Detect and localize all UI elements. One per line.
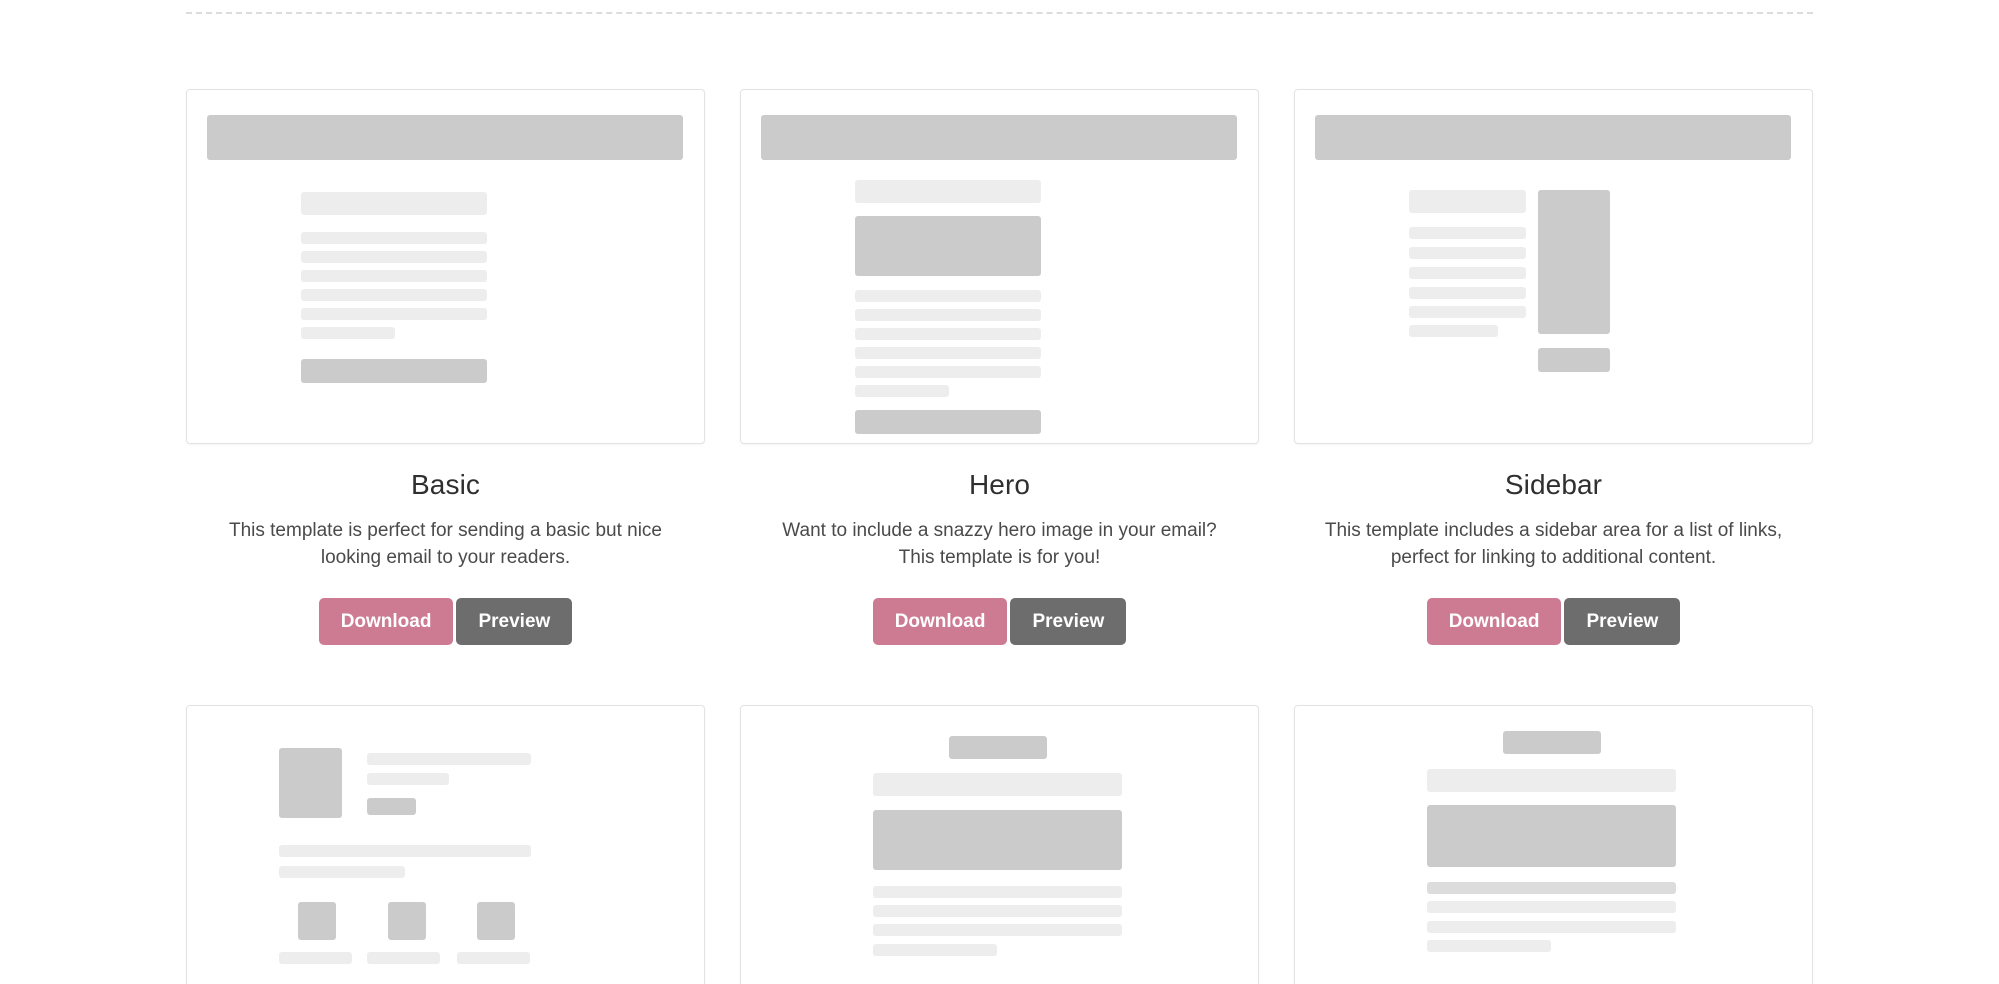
template-card-hero: Hero Want to include a snazzy hero image… <box>740 89 1259 645</box>
wireframe-text-line <box>1409 306 1526 318</box>
template-card-basic: Basic This template is perfect for sendi… <box>186 89 705 645</box>
wireframe-short-line <box>873 943 997 956</box>
wireframe-text-line <box>873 885 1122 898</box>
template-preview-row2-2[interactable] <box>740 704 1259 984</box>
wireframe-text-line <box>855 328 1041 340</box>
wireframe-text-line <box>1409 267 1526 279</box>
wireframe-text-line <box>855 290 1041 302</box>
wireframe-footer-bar <box>855 410 1041 434</box>
template-actions: Download Preview <box>186 572 705 645</box>
template-title: Hero <box>968 469 1031 500</box>
template-preview-row2-1[interactable] <box>186 704 705 984</box>
wireframe-text-line <box>1409 227 1526 239</box>
preview-button[interactable]: Preview <box>1564 597 1681 645</box>
wireframe-sidebar-panel <box>1538 190 1610 334</box>
wireframe-title-block <box>301 192 487 215</box>
wireframe-title-block <box>1427 768 1676 792</box>
wireframe-logo-chip <box>949 735 1047 759</box>
template-title: Sidebar <box>1504 469 1603 500</box>
wireframe-header-bar <box>761 115 1237 160</box>
wireframe-text-line <box>855 366 1041 378</box>
template-gallery-page: Basic This template is perfect for sendi… <box>0 0 1999 984</box>
template-description: Want to include a snazzy hero image in y… <box>782 519 1217 568</box>
wireframe-small-button <box>367 797 416 815</box>
template-preview-basic[interactable] <box>186 89 705 444</box>
template-actions: Download Preview <box>1294 572 1813 645</box>
wireframe-icon-tile <box>477 901 515 940</box>
wireframe-icon-tile <box>388 901 426 940</box>
wireframe-text-line <box>1427 920 1676 933</box>
wireframe-text-line <box>1409 247 1526 259</box>
wireframe-title-block <box>855 180 1041 203</box>
wireframe-short-line <box>855 385 949 397</box>
download-button[interactable]: Download <box>1426 597 1562 645</box>
wireframe-caption-line <box>367 951 440 964</box>
wireframe-hero-image <box>855 216 1041 276</box>
wireframe-footer-bar <box>301 359 487 383</box>
wireframe-text-line <box>301 308 487 320</box>
wireframe-text-line <box>873 904 1122 917</box>
wireframe-caption-line <box>279 951 352 964</box>
wireframe-text-line <box>873 923 1122 936</box>
wireframe-sidebar-button <box>1538 348 1610 372</box>
preview-button[interactable]: Preview <box>456 597 573 645</box>
template-card-sidebar: Sidebar This template includes a sidebar… <box>1294 89 1813 645</box>
template-card-row2-3 <box>1294 704 1813 984</box>
wireframe-caption-line <box>457 951 530 964</box>
wireframe-logo-chip <box>1503 730 1601 754</box>
wireframe-text-line <box>367 752 531 765</box>
wireframe-short-line <box>301 327 395 339</box>
download-button[interactable]: Download <box>872 597 1008 645</box>
wireframe-text-line <box>301 232 487 244</box>
template-actions: Download Preview <box>740 572 1259 645</box>
wireframe-short-line <box>1409 325 1498 337</box>
wireframe-text-line <box>855 309 1041 321</box>
wireframe-text-line <box>301 270 487 282</box>
download-button[interactable]: Download <box>318 597 454 645</box>
template-preview-row2-3[interactable] <box>1294 704 1813 984</box>
wireframe-text-line <box>301 289 487 301</box>
wireframe-text-line <box>367 772 449 785</box>
wireframe-title-block <box>1409 190 1526 213</box>
template-description: This template includes a sidebar area fo… <box>1324 519 1783 568</box>
template-description: This template is perfect for sending a b… <box>228 519 662 568</box>
preview-button[interactable]: Preview <box>1010 597 1127 645</box>
template-card-row2-2 <box>740 704 1259 984</box>
template-preview-hero[interactable] <box>740 89 1259 444</box>
template-preview-sidebar[interactable] <box>1294 89 1813 444</box>
wireframe-avatar-block <box>279 747 342 818</box>
wireframe-text-line <box>1409 287 1526 299</box>
wireframe-header-bar <box>1315 115 1791 160</box>
wireframe-short-line <box>279 865 405 878</box>
section-divider <box>186 12 1813 14</box>
template-card-row2-1 <box>186 704 705 984</box>
wireframe-short-line <box>1427 939 1551 952</box>
wireframe-hero-image <box>1427 804 1676 867</box>
wireframe-emphasis-line <box>1427 881 1676 894</box>
template-gallery-grid: Basic This template is perfect for sendi… <box>186 89 1813 984</box>
wireframe-text-line <box>1427 900 1676 913</box>
wireframe-text-line <box>279 844 531 857</box>
wireframe-text-line <box>855 347 1041 359</box>
wireframe-icon-tile <box>298 901 336 940</box>
wireframe-header-bar <box>207 115 683 160</box>
wireframe-text-line <box>301 251 487 263</box>
wireframe-title-block <box>873 772 1122 796</box>
wireframe-hero-image <box>873 809 1122 870</box>
template-title: Basic <box>411 469 480 500</box>
